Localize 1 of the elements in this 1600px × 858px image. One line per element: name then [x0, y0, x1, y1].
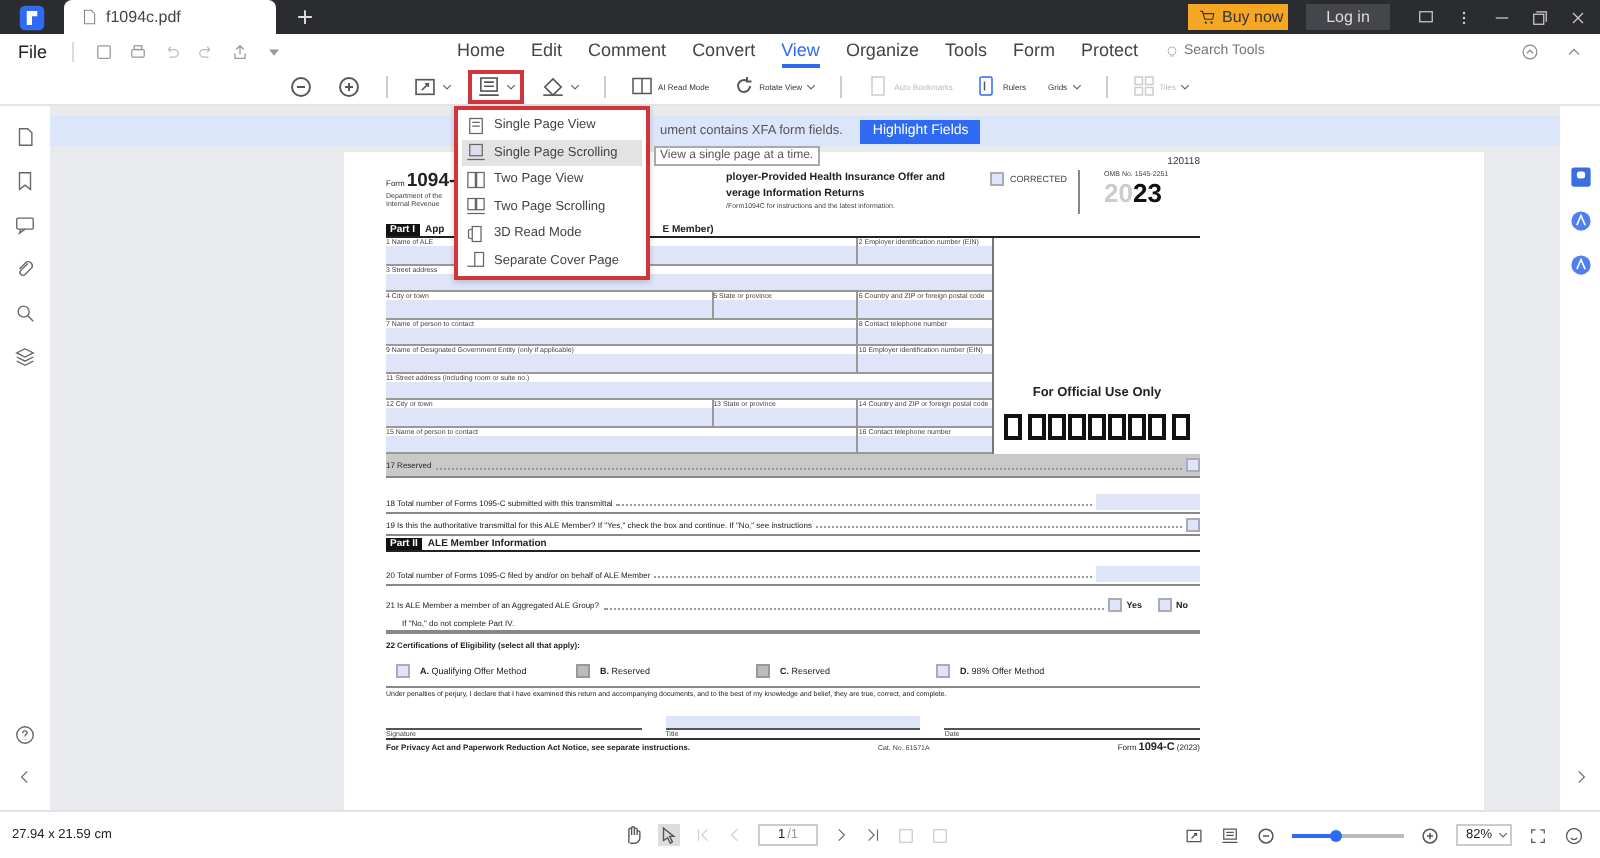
form-number: 1094- — [406, 170, 456, 192]
